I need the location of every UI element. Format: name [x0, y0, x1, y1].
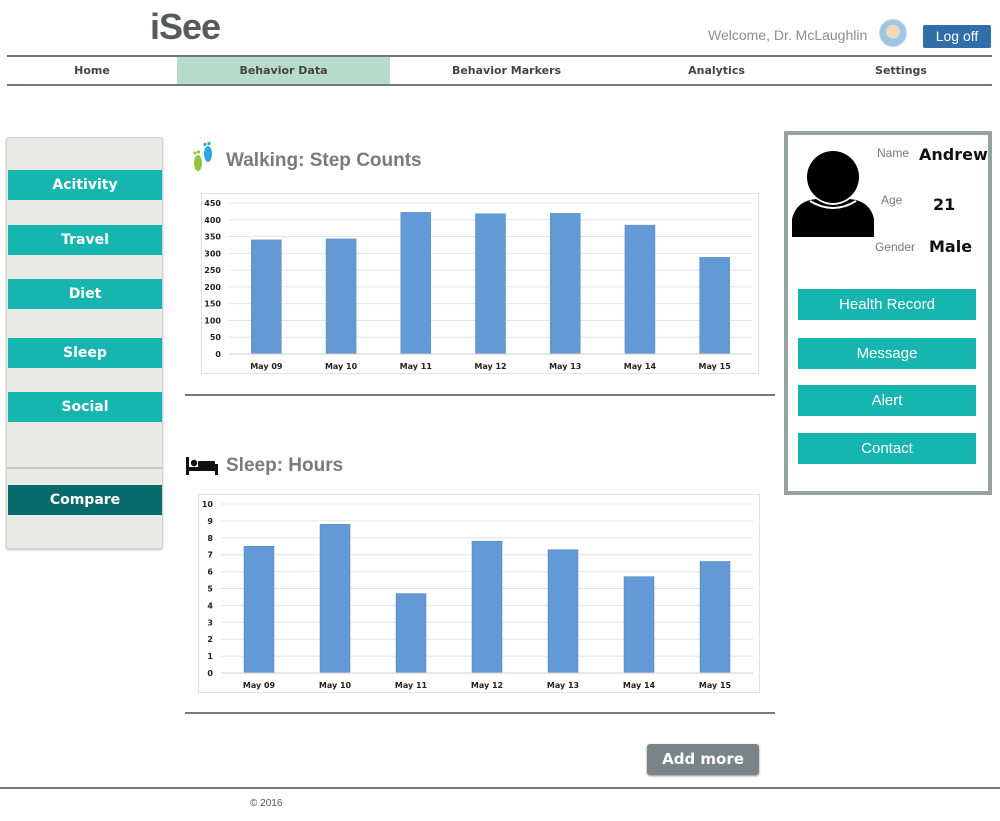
walking-title: Walking: Step Counts [226, 150, 422, 171]
x-tick-label: May 09 [250, 362, 283, 371]
y-tick-label: 0 [207, 669, 213, 678]
sidebar-item-activity[interactable]: Acitivity [8, 170, 162, 200]
x-tick-label: May 11 [395, 681, 428, 690]
sidebar-item-social[interactable]: Social [8, 392, 162, 422]
message-button[interactable]: Message [798, 338, 976, 369]
bed-icon [185, 455, 219, 482]
x-tick-label: May 15 [699, 681, 732, 690]
bar [243, 546, 275, 674]
sidebar-item-travel[interactable]: Travel [8, 225, 162, 255]
bar [549, 213, 581, 355]
x-tick-label: May 13 [547, 681, 579, 690]
main-nav: Home Behavior Data Behavior Markers Anal… [7, 55, 992, 86]
health-record-button[interactable]: Health Record [798, 289, 976, 320]
user-avatar-icon[interactable] [879, 19, 907, 47]
y-tick-label: 50 [210, 333, 222, 342]
bar [395, 593, 427, 674]
x-tick-label: May 15 [699, 362, 732, 371]
welcome-text: Welcome, Dr. McLaughlin [708, 27, 868, 43]
category-sidebar: Acitivity Travel Diet Sleep Social Compa… [6, 137, 163, 549]
y-tick-label: 150 [204, 300, 221, 309]
x-tick-label: May 09 [243, 681, 276, 690]
bar [325, 238, 357, 355]
nav-analytics[interactable]: Analytics [623, 57, 810, 84]
y-tick-label: 350 [204, 233, 221, 242]
bar [251, 239, 282, 355]
alert-button[interactable]: Alert [798, 385, 976, 416]
y-tick-label: 1 [207, 652, 213, 661]
name-label: Name [877, 146, 910, 160]
y-tick-label: 250 [204, 266, 221, 275]
nav-home[interactable]: Home [7, 57, 177, 84]
bar [400, 212, 432, 355]
sleep-title: Sleep: Hours [226, 455, 344, 476]
footprints-icon [190, 141, 216, 180]
compare-button[interactable]: Compare [8, 485, 162, 515]
nav-behavior-data[interactable]: Behavior Data [177, 57, 390, 84]
app-logo: iSee [150, 6, 221, 47]
sleep-chart-svg: 0 1 2 3 4 5 6 7 8 9 10 May 09 May 10 May 11 May 12 May … [202, 500, 753, 690]
x-tick-label: May 14 [624, 362, 657, 371]
patient-age: 21 [933, 195, 956, 214]
patient-gender: Male [929, 237, 973, 256]
bar [624, 224, 656, 355]
bar [475, 213, 506, 355]
y-tick-label: 4 [207, 601, 213, 610]
y-tick-label: 5 [207, 585, 213, 594]
x-tick-label: May 13 [549, 362, 581, 371]
bar [623, 576, 655, 674]
y-tick-label: 0 [215, 350, 221, 359]
bar [471, 540, 503, 674]
y-tick-label: 2 [207, 635, 213, 644]
y-tick-label: 3 [207, 618, 213, 627]
y-tick-label: 10 [202, 500, 214, 509]
patient-avatar-icon [792, 149, 874, 242]
nav-behavior-markers[interactable]: Behavior Markers [390, 57, 623, 84]
nav-settings[interactable]: Settings [810, 57, 992, 84]
bar [319, 524, 351, 674]
x-tick-label: May 10 [325, 362, 358, 371]
y-tick-label: 7 [207, 551, 213, 560]
copyright-text: © 2016 [250, 798, 283, 809]
sleep-chart: 0 1 2 3 4 5 6 7 8 9 10 May 09 May 10 May 11 May 12 May … [198, 494, 760, 693]
patient-profile-card: Name Andrew Age 21 Gender Male Health Re… [784, 131, 992, 495]
x-tick-label: May 12 [474, 362, 506, 371]
x-tick-label: May 14 [623, 681, 656, 690]
add-more-button[interactable]: Add more [647, 744, 759, 775]
section-separator [185, 712, 775, 714]
y-tick-label: 200 [204, 283, 221, 292]
bar [547, 549, 579, 674]
logoff-button[interactable]: Log off [923, 25, 991, 48]
x-tick-label: May 12 [471, 681, 503, 690]
y-tick-label: 100 [204, 316, 221, 325]
section-separator [185, 394, 775, 396]
y-tick-label: 9 [207, 517, 213, 526]
contact-button[interactable]: Contact [798, 433, 976, 464]
sidebar-divider [7, 467, 162, 469]
y-tick-label: 400 [204, 216, 221, 225]
y-tick-label: 450 [204, 199, 221, 208]
y-tick-label: 8 [207, 534, 213, 543]
walking-chart-svg: 0 50 100 150 200 250 300 350 400 450 May 09 May 10 M… [204, 199, 752, 371]
gender-label: Gender [875, 240, 916, 254]
age-label: Age [881, 193, 903, 207]
footer-divider [0, 787, 1000, 789]
bar [699, 257, 730, 355]
x-tick-label: May 10 [319, 681, 352, 690]
walking-chart: 0 50 100 150 200 250 300 350 400 450 May 09 May 10 M… [201, 193, 759, 374]
bar [699, 561, 731, 674]
y-tick-label: 300 [204, 249, 221, 258]
patient-name: Andrew [919, 145, 988, 164]
x-tick-label: May 11 [400, 362, 433, 371]
y-tick-label: 6 [207, 568, 213, 577]
sidebar-item-diet[interactable]: Diet [8, 279, 162, 309]
sidebar-item-sleep[interactable]: Sleep [8, 338, 162, 368]
